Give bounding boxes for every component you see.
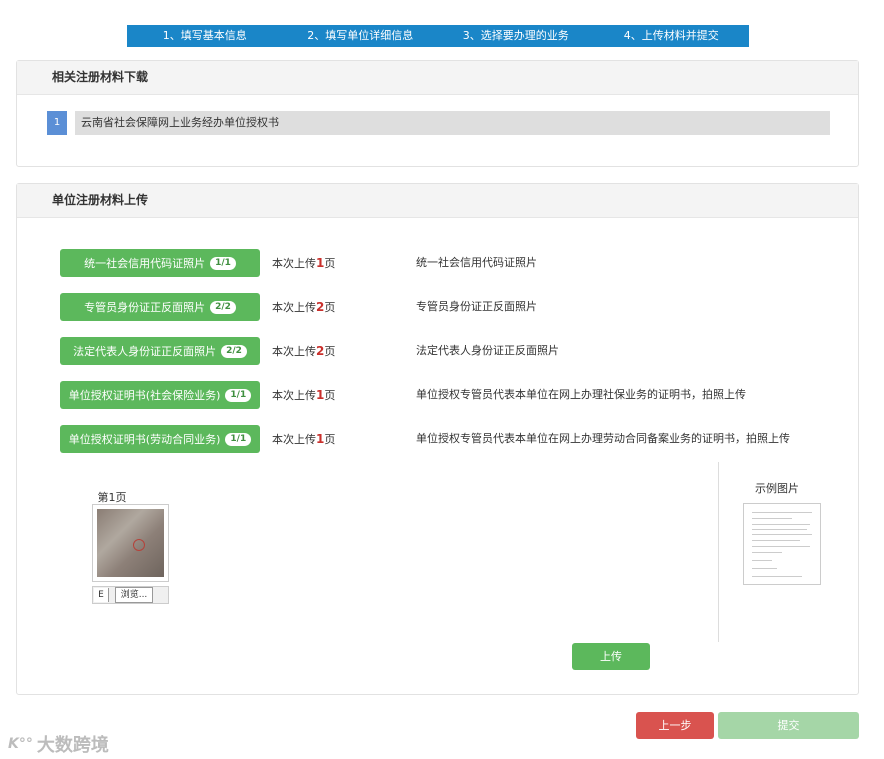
uploaded-photo-image bbox=[97, 509, 164, 577]
upload-materials-panel: 单位注册材料上传 统一社会信用代码证照片 1/1 本次上传1页 统一社会信用代码… bbox=[16, 183, 859, 695]
material-row: 专管员身份证正反面照片 2/2 本次上传2页 专管员身份证正反面照片 bbox=[60, 293, 820, 321]
download-materials-panel: 相关注册材料下载 1 云南省社会保障网上业务经办单位授权书 bbox=[16, 60, 859, 167]
material-row: 统一社会信用代码证照片 1/1 本次上传1页 统一社会信用代码证照片 bbox=[60, 249, 820, 277]
upload-count-text: 本次上传2页 bbox=[272, 344, 336, 358]
material-button-label: 单位授权证明书(社会保险业务) bbox=[68, 389, 221, 402]
material-button-manager-id[interactable]: 专管员身份证正反面照片 2/2 bbox=[60, 293, 260, 321]
step-2[interactable]: 2、填写单位详细信息 bbox=[283, 25, 439, 47]
material-description: 单位授权专管员代表本单位在网上办理劳动合同备案业务的证明书，拍照上传 bbox=[416, 432, 790, 445]
upload-count-text: 本次上传1页 bbox=[272, 388, 336, 402]
material-page-badge: 1/1 bbox=[225, 388, 252, 402]
material-page-badge: 1/1 bbox=[225, 432, 252, 446]
material-description: 法定代表人身份证正反面照片 bbox=[416, 344, 559, 357]
material-row: 单位授权证明书(社会保险业务) 1/1 本次上传1页 单位授权专管员代表本单位在… bbox=[60, 381, 820, 409]
material-page-badge: 2/2 bbox=[221, 344, 247, 358]
watermark-logo: K°° bbox=[8, 736, 33, 752]
step-4[interactable]: 4、上传材料并提交 bbox=[594, 25, 750, 47]
material-button-label: 统一社会信用代码证照片 bbox=[84, 257, 206, 270]
upload-count-text: 本次上传1页 bbox=[272, 432, 336, 446]
material-row: 单位授权证明书(劳动合同业务) 1/1 本次上传1页 单位授权专管员代表本单位在… bbox=[60, 425, 820, 453]
upload-button[interactable]: 上传 bbox=[572, 643, 650, 670]
download-item[interactable]: 1 云南省社会保障网上业务经办单位授权书 bbox=[47, 111, 830, 135]
upload-count-text: 本次上传1页 bbox=[272, 256, 336, 270]
watermark: K°° 大数跨境 bbox=[8, 731, 109, 757]
page-label: 第1页 bbox=[97, 491, 127, 504]
material-button-legal-rep-id[interactable]: 法定代表人身份证正反面照片 2/2 bbox=[60, 337, 260, 365]
material-button-credit-code[interactable]: 统一社会信用代码证照片 1/1 bbox=[60, 249, 260, 277]
browse-button[interactable]: 浏览... bbox=[115, 587, 153, 603]
material-page-badge: 2/2 bbox=[210, 300, 236, 314]
material-description: 单位授权专管员代表本单位在网上办理社保业务的证明书，拍照上传 bbox=[416, 388, 746, 401]
submit-button[interactable]: 提交 bbox=[718, 712, 859, 739]
file-picker: E 浏览... bbox=[92, 586, 169, 604]
material-description: 统一社会信用代码证照片 bbox=[416, 256, 537, 269]
material-button-label: 专管员身份证正反面照片 bbox=[84, 301, 206, 314]
watermark-text: 大数跨境 bbox=[36, 735, 109, 756]
upload-panel-title: 单位注册材料上传 bbox=[17, 184, 858, 218]
upload-count-text: 本次上传2页 bbox=[272, 300, 336, 314]
download-item-index: 1 bbox=[47, 111, 67, 135]
material-page-badge: 1/1 bbox=[210, 256, 236, 270]
uploaded-photo-thumbnail[interactable] bbox=[92, 504, 169, 582]
material-button-labor-contract-auth[interactable]: 单位授权证明书(劳动合同业务) 1/1 bbox=[60, 425, 260, 453]
download-panel-title: 相关注册材料下载 bbox=[17, 61, 858, 95]
step-3[interactable]: 3、选择要办理的业务 bbox=[438, 25, 594, 47]
material-description: 专管员身份证正反面照片 bbox=[416, 300, 537, 313]
previous-step-button[interactable]: 上一步 bbox=[636, 712, 714, 739]
step-progress-bar: 1、填写基本信息 2、填写单位详细信息 3、选择要办理的业务 4、上传材料并提交 bbox=[127, 25, 749, 47]
preview-divider bbox=[718, 462, 719, 642]
file-path-field[interactable]: E bbox=[94, 588, 109, 602]
example-image-label: 示例图片 bbox=[755, 482, 799, 495]
step-1[interactable]: 1、填写基本信息 bbox=[127, 25, 283, 47]
material-button-social-insurance-auth[interactable]: 单位授权证明书(社会保险业务) 1/1 bbox=[60, 381, 260, 409]
example-document-image[interactable] bbox=[743, 503, 821, 585]
material-button-label: 法定代表人身份证正反面照片 bbox=[73, 345, 217, 358]
download-item-link[interactable]: 云南省社会保障网上业务经办单位授权书 bbox=[75, 111, 830, 135]
material-button-label: 单位授权证明书(劳动合同业务) bbox=[68, 433, 221, 446]
material-row: 法定代表人身份证正反面照片 2/2 本次上传2页 法定代表人身份证正反面照片 bbox=[60, 337, 820, 365]
